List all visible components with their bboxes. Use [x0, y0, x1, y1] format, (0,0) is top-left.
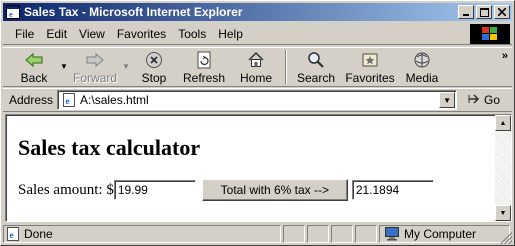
toolbar-separator: [285, 50, 287, 84]
home-label: Home: [239, 71, 272, 85]
status-panel-4: [355, 225, 377, 243]
page-content: Sales tax calculator Sales amount: $ 19.…: [5, 114, 512, 222]
forward-label: Forward: [72, 71, 117, 85]
stop-icon: [145, 51, 163, 69]
calculator-row: Sales amount: $ 19.99 Total with 6% tax …: [18, 179, 488, 201]
scroll-up-icon[interactable]: ▲: [495, 115, 511, 131]
go-arrow-icon: [467, 92, 481, 109]
refresh-icon: [196, 51, 212, 69]
security-zone-text: My Computer: [404, 227, 477, 241]
forward-button[interactable]: Forward: [69, 48, 121, 86]
search-icon: [307, 51, 325, 69]
svg-text:e: e: [10, 230, 14, 240]
ie-icon: e: [5, 4, 21, 20]
minimize-icon: [463, 14, 469, 16]
media-button[interactable]: Media: [399, 48, 445, 86]
forward-dropdown-icon[interactable]: ▼: [121, 48, 131, 71]
address-input[interactable]: e A:\sales.html ▼: [57, 90, 458, 110]
minimize-button[interactable]: [458, 5, 474, 19]
home-button[interactable]: Home: [231, 48, 281, 86]
scroll-down-icon[interactable]: ▼: [495, 205, 511, 221]
resize-grip-icon[interactable]: [500, 232, 512, 244]
close-button[interactable]: [494, 5, 510, 19]
menu-tools[interactable]: Tools: [172, 25, 212, 43]
search-button[interactable]: Search: [291, 48, 341, 86]
page-heading: Sales tax calculator: [18, 135, 201, 160]
refresh-button[interactable]: Refresh: [177, 48, 231, 86]
back-button[interactable]: Back: [9, 48, 59, 86]
back-arrow-icon: [24, 51, 44, 69]
address-label: Address: [9, 93, 54, 107]
title-bar[interactable]: e Sales Tax - Microsoft Internet Explore…: [3, 3, 512, 21]
favorites-label: Favorites: [345, 71, 395, 85]
address-url: A:\sales.html: [80, 93, 149, 107]
my-computer-icon: [384, 227, 400, 241]
sales-amount-input[interactable]: 19.99: [113, 180, 196, 200]
status-panel-2: [307, 225, 329, 243]
menu-file[interactable]: File: [9, 25, 40, 43]
favorites-button[interactable]: Favorites: [341, 48, 399, 86]
stop-label: Stop: [141, 71, 167, 85]
media-icon: [413, 51, 431, 69]
status-main-panel: e Done: [3, 225, 281, 243]
page-icon: e: [61, 92, 77, 108]
svg-text:e: e: [66, 96, 70, 106]
status-text: Done: [24, 227, 53, 241]
standard-toolbar: Back ▼ Forward ▼ Stop Refresh Home Searc…: [3, 47, 512, 87]
home-icon: [247, 51, 265, 69]
favorites-icon: [361, 51, 379, 69]
stop-button[interactable]: Stop: [131, 48, 177, 86]
media-label: Media: [405, 71, 439, 85]
status-bar: e Done My Computer: [3, 224, 512, 244]
menu-edit[interactable]: Edit: [40, 25, 73, 43]
vertical-scrollbar[interactable]: ▲ ▼: [495, 115, 511, 221]
page-done-icon: e: [6, 227, 20, 241]
page-body: Sales tax calculator Sales amount: $ 19.…: [18, 135, 488, 201]
search-label: Search: [296, 71, 336, 85]
go-label: Go: [484, 93, 501, 107]
browser-window: e Sales Tax - Microsoft Internet Explore…: [0, 0, 515, 246]
toolbar-more-chevron-icon[interactable]: »: [502, 50, 508, 62]
back-dropdown-icon[interactable]: ▼: [59, 48, 69, 71]
address-bar: Address e A:\sales.html ▼ Go: [3, 88, 512, 112]
status-panel-1: [283, 225, 305, 243]
back-label: Back: [20, 71, 48, 85]
menu-help[interactable]: Help: [212, 25, 249, 43]
calculate-total-button[interactable]: Total with 6% tax -->: [201, 179, 348, 201]
close-icon: [498, 8, 506, 16]
go-button[interactable]: Go: [467, 92, 500, 109]
menu-favorites[interactable]: Favorites: [111, 25, 172, 43]
address-dropdown-icon[interactable]: ▼: [439, 92, 456, 108]
forward-arrow-icon: [85, 51, 105, 69]
refresh-label: Refresh: [182, 71, 226, 85]
maximize-icon: [479, 7, 489, 17]
windows-logo-icon: [470, 24, 510, 44]
sales-amount-label: Sales amount: $: [18, 181, 114, 198]
window-title: Sales Tax - Microsoft Internet Explorer: [24, 5, 243, 19]
security-zone-panel: My Computer: [379, 225, 510, 243]
menu-bar: File Edit View Favorites Tools Help: [3, 23, 512, 45]
maximize-button[interactable]: [476, 5, 492, 19]
menu-view[interactable]: View: [73, 25, 111, 43]
status-panel-3: [331, 225, 353, 243]
svg-text:e: e: [9, 10, 13, 19]
total-result-field[interactable]: 21.1894: [351, 180, 434, 200]
